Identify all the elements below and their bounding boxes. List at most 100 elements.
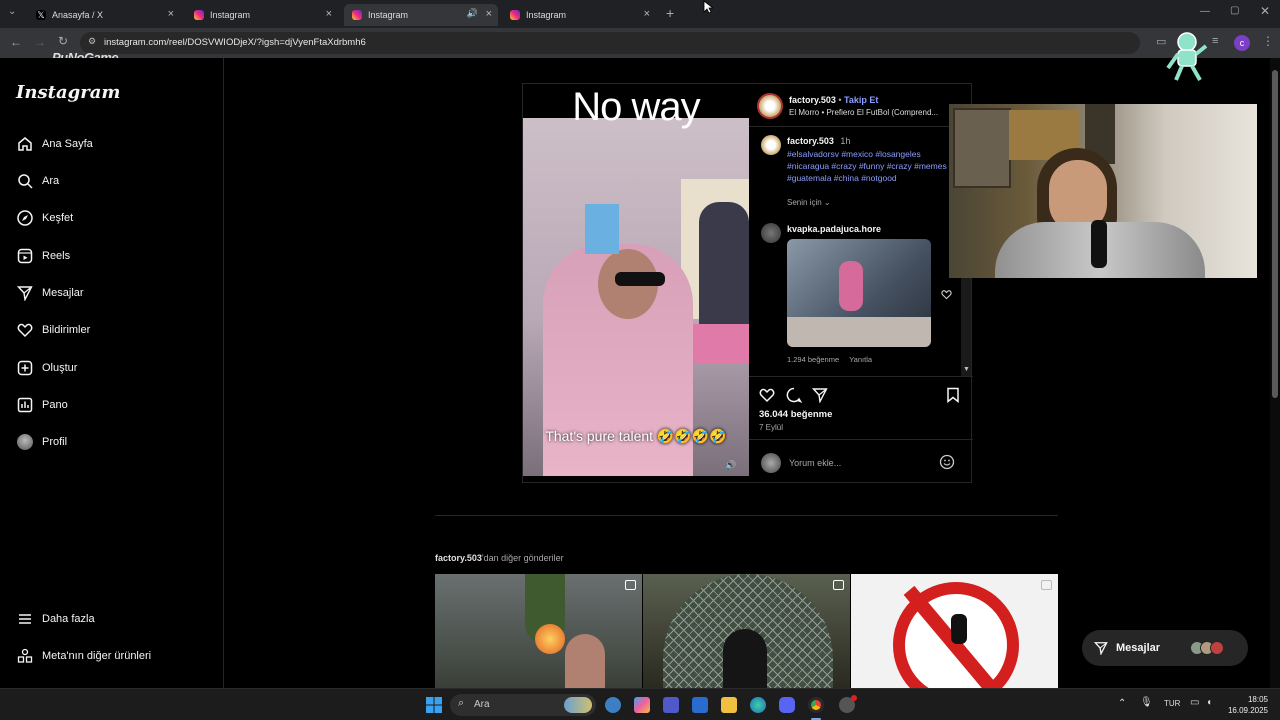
tab-instagram-3[interactable]: Instagram × (502, 4, 656, 26)
sidebar-item-more[interactable]: Daha fazla (16, 607, 95, 631)
sidebar-item-reels[interactable]: Reels (16, 244, 70, 268)
search-icon: ⌕ (458, 697, 465, 709)
grid-post-3[interactable] (851, 574, 1058, 688)
close-tab-icon[interactable]: × (644, 8, 650, 20)
caption-avatar[interactable] (761, 135, 781, 155)
minimize-icon[interactable]: — (1200, 6, 1210, 17)
language-indicator[interactable]: TUR (1164, 699, 1180, 708)
page-scrollbar[interactable] (1270, 58, 1280, 688)
tab-instagram-active[interactable]: Instagram 🔊 × (344, 4, 498, 26)
for-you-dropdown[interactable]: Senin için ⌄ (787, 198, 831, 207)
forward-icon[interactable]: → (34, 35, 46, 49)
tab-instagram-1[interactable]: Instagram × (186, 4, 338, 26)
mute-icon[interactable]: 🔊 (725, 460, 736, 471)
mascot-icon (1164, 28, 1210, 82)
sidebar-item-messages[interactable]: Mesajlar (16, 281, 84, 305)
follow-button[interactable]: Takip Et (844, 95, 878, 105)
comment-like-icon[interactable] (941, 287, 952, 305)
tab-bar: ⌄ 𝕏 Anasayfa / X × Instagram × Instagram… (0, 0, 1280, 28)
comment-image[interactable] (787, 239, 931, 347)
comment-reply-button[interactable]: Yanıtla (849, 355, 872, 364)
caption-username[interactable]: factory.503 (787, 136, 834, 146)
sidebar-item-search[interactable]: Ara (16, 169, 59, 193)
messages-pill-button[interactable]: Mesajlar (1082, 630, 1248, 666)
sidebar-item-explore[interactable]: Keşfet (16, 206, 73, 230)
clock[interactable]: 18:05 16.09.2025 (1222, 694, 1268, 716)
tab-search-icon[interactable]: ⌄ (8, 6, 16, 17)
mouse-cursor-icon (703, 0, 715, 19)
comment-input[interactable]: Yorum ekle... (789, 458, 841, 468)
audio-track[interactable]: El Morro • Prefiero El FutBol (Comprend.… (789, 108, 938, 117)
grid-post-2[interactable] (643, 574, 850, 688)
close-tab-icon[interactable]: × (486, 8, 492, 20)
save-button[interactable] (946, 387, 960, 408)
sidebar-item-meta[interactable]: Meta'nın diğer ürünleri (16, 644, 151, 668)
messages-pill-label: Mesajlar (1116, 642, 1161, 654)
comment-image-floor (787, 317, 931, 347)
comment-username[interactable]: kvapka.padajuca.hore (787, 224, 881, 234)
grid-post-1[interactable] (435, 574, 642, 688)
sidebar-item-label: Ana Sayfa (42, 138, 93, 150)
post-username[interactable]: factory.503 (789, 95, 836, 105)
network-icon[interactable]: ▭ (1190, 697, 1199, 708)
comment-avatar[interactable] (761, 223, 781, 243)
windows-start-icon[interactable] (426, 697, 442, 713)
close-tab-icon[interactable]: × (168, 8, 174, 20)
plus-square-icon (16, 359, 34, 377)
divider (749, 376, 973, 377)
sidebar-item-home[interactable]: Ana Sayfa (16, 132, 93, 156)
caption-hashtags[interactable]: #elsalvadorsv #mexico #losangeles #nicar… (787, 148, 951, 184)
post-date: 7 Eylül (759, 423, 784, 432)
post-author-avatar[interactable] (757, 93, 783, 119)
like-button[interactable] (759, 387, 775, 408)
menu-icon[interactable]: ⋮ (1262, 34, 1274, 48)
emoji-icon[interactable] (939, 454, 955, 475)
for-you-label: Senin için (787, 198, 822, 207)
microphone-icon[interactable]: 🎙 (1140, 697, 1153, 708)
reel-video[interactable]: No way That's pure talent 🤣🤣🤣🤣 🔊 (523, 84, 749, 476)
edge-icon[interactable] (750, 697, 766, 713)
sidebar-item-dashboard[interactable]: Pano (16, 393, 68, 417)
scene-person-back (699, 202, 749, 332)
chevron-down-icon: ⌄ (823, 198, 831, 207)
new-tab-icon[interactable]: + (666, 5, 674, 21)
close-tab-icon[interactable]: × (326, 8, 332, 20)
copilot-icon[interactable] (634, 697, 650, 713)
volume-icon[interactable]: ◖ (1206, 697, 1212, 708)
media-icon[interactable]: ≡ (1212, 35, 1218, 47)
home-icon (16, 135, 34, 153)
maximize-icon[interactable]: ▢ (1230, 5, 1239, 16)
post-details: factory.503 • Takip Et El Morro • Prefie… (749, 84, 973, 482)
section-divider (435, 515, 1058, 516)
instagram-logo[interactable]: Instagram (16, 82, 120, 103)
sidebar-item-notifications[interactable]: Bildirimler (16, 318, 90, 342)
likes-count[interactable]: 36.044 beğenme (759, 409, 832, 420)
close-window-icon[interactable]: ✕ (1260, 4, 1270, 18)
reload-icon[interactable]: ↻ (58, 34, 68, 48)
scroll-down-arrow-icon[interactable]: ▼ (963, 366, 970, 373)
back-icon[interactable]: ← (10, 35, 22, 49)
comment-meta: 1.294 beğenme Yanıtla (787, 355, 872, 364)
sidebar-item-label: Oluştur (42, 362, 78, 374)
x-logo-icon: 𝕏 (36, 10, 46, 20)
sidebar-item-create[interactable]: Oluştur (16, 356, 77, 380)
site-info-icon[interactable]: ⚙ (88, 36, 96, 47)
teams-icon[interactable] (663, 697, 679, 713)
speaker-icon[interactable]: 🔊 (467, 8, 478, 19)
tab-x[interactable]: 𝕏 Anasayfa / X × (28, 4, 180, 26)
sidebar-item-profile[interactable]: Profil (16, 430, 67, 454)
file-explorer-icon[interactable] (721, 697, 737, 713)
share-button[interactable] (811, 387, 828, 408)
discord-icon[interactable] (779, 697, 795, 713)
profile-avatar[interactable]: c (1234, 35, 1250, 51)
task-view-icon[interactable] (605, 697, 621, 713)
dashboard-icon (16, 396, 34, 414)
taskbar-search[interactable]: ⌕ Ara (450, 694, 596, 716)
more-posts-user[interactable]: factory.503 (435, 553, 482, 563)
comment-button[interactable] (786, 387, 803, 408)
page-scroll-thumb[interactable] (1272, 70, 1278, 398)
chrome-icon[interactable] (808, 697, 824, 713)
store-icon[interactable] (692, 697, 708, 713)
tray-chevron-icon[interactable]: ⌃ (1118, 698, 1126, 709)
url-input[interactable]: ⚙ instagram.com/reel/DOSVWIODjeX/?igsh=d… (80, 32, 1140, 54)
